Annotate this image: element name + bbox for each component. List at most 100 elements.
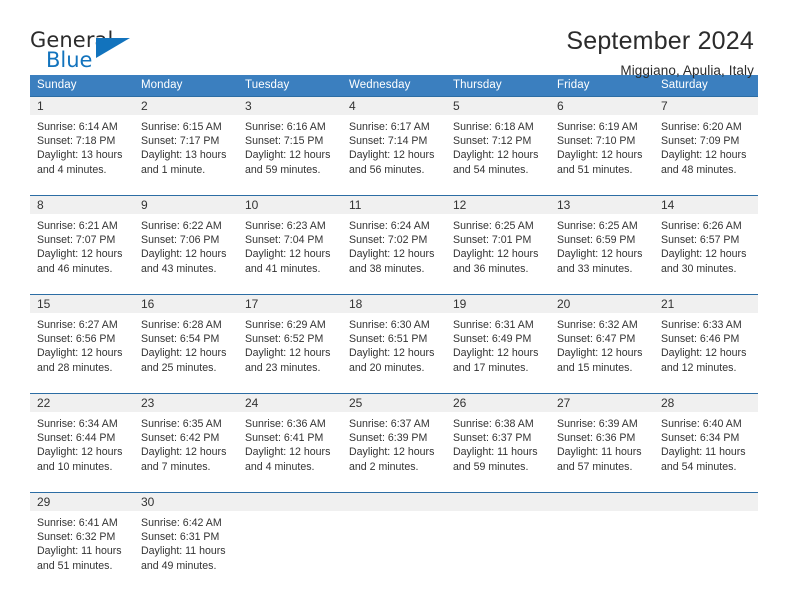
title-block: September 2024 Miggiano, Apulia, Italy bbox=[142, 28, 756, 79]
calendar-container: Sunday Monday Tuesday Wednesday Thursday… bbox=[0, 68, 792, 582]
day-details: Sunrise: 6:37 AM Sunset: 6:39 PM Daylight:… bbox=[342, 412, 446, 474]
day-cell[interactable]: 30 Sunrise: 6:42 AM Sunset: 6:31 PM Dayligh… bbox=[134, 492, 238, 582]
day-cell[interactable]: 23 Sunrise: 6:35 AM Sunset: 6:42 PM Dayligh… bbox=[134, 393, 238, 483]
day-cell[interactable]: 14 Sunrise: 6:26 AM Sunset: 6:57 PM Dayligh… bbox=[654, 195, 758, 285]
sunset-time: Sunset: 6:39 PM bbox=[349, 432, 428, 445]
day-number: 4 bbox=[342, 96, 446, 115]
daylight-duration-line1: Daylight: 12 hours bbox=[37, 248, 123, 261]
day-details: Sunrise: 6:24 AM Sunset: 7:02 PM Daylight:… bbox=[342, 214, 446, 276]
sunset-time: Sunset: 6:32 PM bbox=[37, 531, 116, 544]
page-header: General Blue September 2024 Miggiano, Ap… bbox=[0, 0, 792, 79]
weekday-header-friday: Friday bbox=[550, 75, 654, 96]
day-cell[interactable]: 2 Sunrise: 6:15 AM Sunset: 7:17 PM Daylight… bbox=[134, 96, 238, 186]
day-cell[interactable]: 26 Sunrise: 6:38 AM Sunset: 6:37 PM Dayligh… bbox=[446, 393, 550, 483]
daylight-duration-line2: and 51 minutes. bbox=[557, 163, 633, 176]
day-cell[interactable]: 18 Sunrise: 6:30 AM Sunset: 6:51 PM Dayligh… bbox=[342, 294, 446, 384]
day-cell[interactable]: 8 Sunrise: 6:21 AM Sunset: 7:07 PM Daylight… bbox=[30, 195, 134, 285]
week-row: 15 Sunrise: 6:27 AM Sunset: 6:56 PM Dayligh… bbox=[30, 294, 758, 384]
sunrise-time: Sunrise: 6:17 AM bbox=[349, 121, 430, 133]
sunset-time: Sunset: 7:01 PM bbox=[453, 234, 532, 247]
daylight-duration-line2: and 38 minutes. bbox=[349, 262, 425, 275]
day-number: 30 bbox=[134, 492, 238, 511]
sunset-time: Sunset: 6:49 PM bbox=[453, 333, 532, 346]
day-details: Sunrise: 6:36 AM Sunset: 6:41 PM Daylight:… bbox=[238, 412, 342, 474]
sunrise-time: Sunrise: 6:41 AM bbox=[37, 517, 118, 529]
sunrise-time: Sunrise: 6:29 AM bbox=[245, 319, 326, 331]
week-spacer-cell bbox=[654, 384, 758, 393]
weekday-header-wednesday: Wednesday bbox=[342, 75, 446, 96]
daylight-duration-line2: and 17 minutes. bbox=[453, 361, 529, 374]
day-details: Sunrise: 6:35 AM Sunset: 6:42 PM Daylight:… bbox=[134, 412, 238, 474]
sunset-time: Sunset: 6:44 PM bbox=[37, 432, 116, 445]
day-cell[interactable]: 5 Sunrise: 6:18 AM Sunset: 7:12 PM Daylight… bbox=[446, 96, 550, 186]
weekday-header-thursday: Thursday bbox=[446, 75, 550, 96]
day-number: 14 bbox=[654, 195, 758, 214]
day-number: 1 bbox=[30, 96, 134, 115]
week-spacer-cell bbox=[342, 384, 446, 393]
week-row: 22 Sunrise: 6:34 AM Sunset: 6:44 PM Dayligh… bbox=[30, 393, 758, 483]
day-cell[interactable]: 19 Sunrise: 6:31 AM Sunset: 6:49 PM Dayligh… bbox=[446, 294, 550, 384]
daylight-duration-line1: Daylight: 12 hours bbox=[557, 347, 643, 360]
day-cell-empty bbox=[238, 492, 342, 582]
week-spacer-cell bbox=[342, 186, 446, 195]
day-cell[interactable]: 15 Sunrise: 6:27 AM Sunset: 6:56 PM Dayligh… bbox=[30, 294, 134, 384]
daylight-duration-line1: Daylight: 11 hours bbox=[37, 545, 122, 558]
weekday-header-row: Sunday Monday Tuesday Wednesday Thursday… bbox=[30, 75, 758, 96]
day-cell[interactable]: 4 Sunrise: 6:17 AM Sunset: 7:14 PM Daylight… bbox=[342, 96, 446, 186]
day-cell[interactable]: 28 Sunrise: 6:40 AM Sunset: 6:34 PM Dayligh… bbox=[654, 393, 758, 483]
day-details: Sunrise: 6:29 AM Sunset: 6:52 PM Daylight:… bbox=[238, 313, 342, 375]
day-cell[interactable]: 13 Sunrise: 6:25 AM Sunset: 6:59 PM Dayligh… bbox=[550, 195, 654, 285]
daylight-duration-line2: and 15 minutes. bbox=[557, 361, 633, 374]
day-cell[interactable]: 17 Sunrise: 6:29 AM Sunset: 6:52 PM Dayligh… bbox=[238, 294, 342, 384]
daylight-duration-line2: and 59 minutes. bbox=[245, 163, 321, 176]
day-details: Sunrise: 6:17 AM Sunset: 7:14 PM Daylight:… bbox=[342, 115, 446, 177]
week-spacer-cell bbox=[446, 384, 550, 393]
sunrise-time: Sunrise: 6:22 AM bbox=[141, 220, 222, 232]
sunrise-time: Sunrise: 6:24 AM bbox=[349, 220, 430, 232]
day-cell[interactable]: 1 Sunrise: 6:14 AM Sunset: 7:18 PM Daylight… bbox=[30, 96, 134, 186]
day-cell[interactable]: 16 Sunrise: 6:28 AM Sunset: 6:54 PM Dayligh… bbox=[134, 294, 238, 384]
day-cell[interactable]: 27 Sunrise: 6:39 AM Sunset: 6:36 PM Dayligh… bbox=[550, 393, 654, 483]
general-blue-logo[interactable]: General Blue bbox=[30, 28, 142, 74]
daylight-duration-line2: and 12 minutes. bbox=[661, 361, 737, 374]
day-cell[interactable]: 11 Sunrise: 6:24 AM Sunset: 7:02 PM Dayligh… bbox=[342, 195, 446, 285]
day-cell[interactable]: 6 Sunrise: 6:19 AM Sunset: 7:10 PM Daylight… bbox=[550, 96, 654, 186]
daylight-duration-line1: Daylight: 12 hours bbox=[661, 149, 747, 162]
sunset-time: Sunset: 6:34 PM bbox=[661, 432, 740, 445]
sunrise-time: Sunrise: 6:39 AM bbox=[557, 418, 638, 430]
day-cell[interactable]: 7 Sunrise: 6:20 AM Sunset: 7:09 PM Daylight… bbox=[654, 96, 758, 186]
week-spacer bbox=[30, 483, 758, 492]
sunset-time: Sunset: 6:46 PM bbox=[661, 333, 740, 346]
day-cell[interactable]: 12 Sunrise: 6:25 AM Sunset: 7:01 PM Dayligh… bbox=[446, 195, 550, 285]
daylight-duration-line2: and 43 minutes. bbox=[141, 262, 217, 275]
day-cell[interactable]: 10 Sunrise: 6:23 AM Sunset: 7:04 PM Dayligh… bbox=[238, 195, 342, 285]
day-number: 19 bbox=[446, 294, 550, 313]
week-spacer-cell bbox=[134, 483, 238, 492]
day-cell[interactable]: 22 Sunrise: 6:34 AM Sunset: 6:44 PM Dayligh… bbox=[30, 393, 134, 483]
day-cell[interactable]: 3 Sunrise: 6:16 AM Sunset: 7:15 PM Daylight… bbox=[238, 96, 342, 186]
day-number bbox=[446, 492, 550, 511]
daylight-duration-line2: and 41 minutes. bbox=[245, 262, 321, 275]
day-number: 29 bbox=[30, 492, 134, 511]
sunset-time: Sunset: 6:47 PM bbox=[557, 333, 636, 346]
day-cell[interactable]: 25 Sunrise: 6:37 AM Sunset: 6:39 PM Dayligh… bbox=[342, 393, 446, 483]
day-number: 24 bbox=[238, 393, 342, 412]
day-cell[interactable]: 29 Sunrise: 6:41 AM Sunset: 6:32 PM Dayligh… bbox=[30, 492, 134, 582]
sunset-time: Sunset: 7:07 PM bbox=[37, 234, 116, 247]
day-number: 25 bbox=[342, 393, 446, 412]
day-cell[interactable]: 21 Sunrise: 6:33 AM Sunset: 6:46 PM Dayligh… bbox=[654, 294, 758, 384]
week-spacer-cell bbox=[342, 285, 446, 294]
daylight-duration-line1: Daylight: 12 hours bbox=[349, 347, 435, 360]
daylight-duration-line1: Daylight: 12 hours bbox=[349, 248, 435, 261]
week-spacer-cell bbox=[30, 483, 134, 492]
daylight-duration-line2: and 10 minutes. bbox=[37, 460, 113, 473]
week-spacer-cell bbox=[30, 186, 134, 195]
day-details: Sunrise: 6:20 AM Sunset: 7:09 PM Daylight:… bbox=[654, 115, 758, 177]
day-number: 3 bbox=[238, 96, 342, 115]
day-cell[interactable]: 24 Sunrise: 6:36 AM Sunset: 6:41 PM Dayligh… bbox=[238, 393, 342, 483]
day-cell[interactable]: 20 Sunrise: 6:32 AM Sunset: 6:47 PM Dayligh… bbox=[550, 294, 654, 384]
sunset-time: Sunset: 7:12 PM bbox=[453, 135, 532, 148]
day-cell[interactable]: 9 Sunrise: 6:22 AM Sunset: 7:06 PM Daylight… bbox=[134, 195, 238, 285]
day-number: 23 bbox=[134, 393, 238, 412]
daylight-duration-line1: Daylight: 11 hours bbox=[557, 446, 642, 459]
